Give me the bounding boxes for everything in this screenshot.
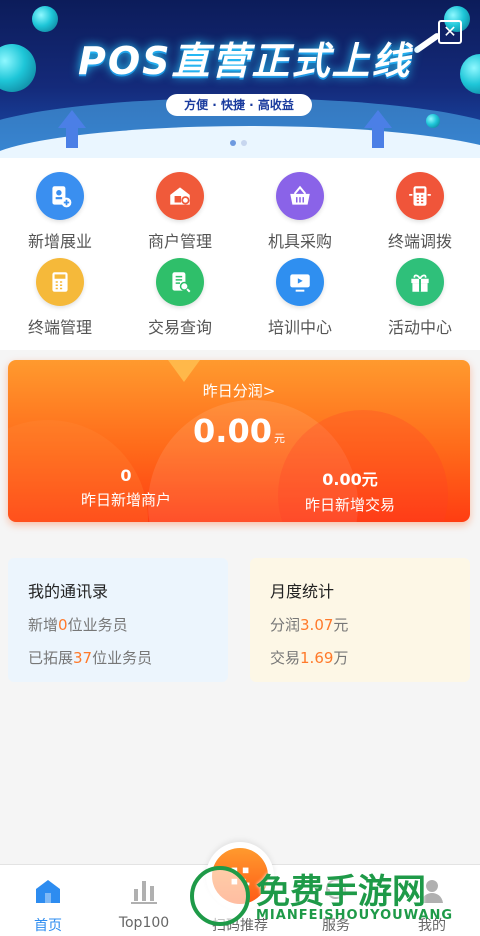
monthly-stats-card[interactable]: 月度统计 分润3.07元 交易1.69万 bbox=[250, 558, 470, 682]
tab-mine[interactable]: 我的 bbox=[384, 865, 480, 936]
line-prefix: 分润 bbox=[270, 616, 301, 634]
tab-label: 首页 bbox=[34, 918, 62, 934]
bar-chart-icon bbox=[128, 875, 160, 907]
menu-item-label: 新增展业 bbox=[27, 232, 92, 251]
document-search-icon bbox=[156, 258, 204, 306]
arrow-up-decoration bbox=[364, 110, 392, 128]
banner-orb-decoration bbox=[0, 44, 36, 92]
line-prefix: 交易 bbox=[270, 649, 301, 667]
tab-label: Top100 bbox=[118, 915, 170, 931]
menu-item-activity-center[interactable]: 活动中心 bbox=[360, 258, 480, 344]
banner-orb-decoration bbox=[460, 54, 480, 94]
function-grid: 新增展业 商户管理 机具采购 终端调拨 终端管理 交易查询 培训中心 活动中心 bbox=[0, 158, 480, 350]
line-prefix: 新增 bbox=[28, 616, 59, 634]
menu-item-label: 活动中心 bbox=[387, 318, 452, 337]
arrow-up-decoration bbox=[372, 128, 384, 148]
expanded-staff-count: 37 bbox=[73, 649, 93, 667]
line-prefix: 已拓展 bbox=[28, 649, 74, 667]
tab-service[interactable]: 服务 bbox=[288, 865, 384, 936]
menu-item-label: 培训中心 bbox=[267, 318, 332, 337]
contacts-expanded-line: 已拓展37位业务员 bbox=[28, 647, 228, 668]
menu-item-label: 终端调拨 bbox=[387, 232, 452, 251]
menu-item-label: 交易查询 bbox=[147, 318, 212, 337]
contacts-card[interactable]: 我的通讯录 新增0位业务员 已拓展37位业务员 bbox=[8, 558, 228, 682]
scan-button[interactable] bbox=[206, 842, 274, 910]
banner-title: POS直营正式上线 bbox=[78, 39, 412, 83]
pos-terminal-icon bbox=[396, 172, 444, 220]
profit-amount: 0.00 元 bbox=[8, 412, 470, 450]
carousel-indicator[interactable] bbox=[230, 140, 247, 146]
yesterday-profit-link[interactable]: 昨日分润> bbox=[8, 380, 470, 401]
tab-label: 我的 bbox=[418, 918, 446, 934]
earnings-card[interactable]: 昨日分润> 0.00 元 0 昨日新增商户 0.00元 昨日新增交易 bbox=[8, 360, 470, 522]
profit-amount-value: 0.00 bbox=[193, 412, 272, 450]
line-suffix: 位业务员 bbox=[67, 616, 128, 634]
tab-label: 服务 bbox=[322, 918, 350, 934]
new-merchants-stat[interactable]: 0 昨日新增商户 bbox=[26, 466, 226, 510]
banner-subtitle: 方便 · 快捷 · 高收益 bbox=[166, 94, 312, 116]
menu-item-new-business[interactable]: 新增展业 bbox=[0, 172, 120, 258]
banner-orb-decoration bbox=[426, 114, 440, 128]
monthly-title: 月度统计 bbox=[270, 582, 335, 601]
new-merchants-label: 昨日新增商户 bbox=[80, 491, 171, 509]
arrow-up-decoration bbox=[66, 128, 78, 148]
tab-label: 扫码推荐 bbox=[212, 918, 268, 934]
menu-item-terminal-transfer[interactable]: 终端调拨 bbox=[360, 172, 480, 258]
menu-item-label: 商户管理 bbox=[147, 232, 212, 251]
line-suffix: 位业务员 bbox=[92, 649, 153, 667]
user-icon bbox=[416, 875, 448, 907]
menu-item-terminal-management[interactable]: 终端管理 bbox=[0, 258, 120, 344]
banner-orb-decoration bbox=[32, 6, 58, 32]
tab-home[interactable]: 首页 bbox=[0, 865, 96, 936]
line-suffix: 元 bbox=[333, 616, 349, 634]
service-icon bbox=[320, 875, 352, 907]
scan-icon bbox=[212, 848, 268, 904]
basket-icon bbox=[276, 172, 324, 220]
video-play-icon bbox=[276, 258, 324, 306]
menu-item-merchant-management[interactable]: 商户管理 bbox=[120, 172, 240, 258]
tab-top100[interactable]: Top100 bbox=[96, 865, 192, 936]
gift-icon bbox=[396, 258, 444, 306]
monthly-profit-value: 3.07 bbox=[300, 616, 334, 634]
calculator-icon bbox=[36, 258, 84, 306]
monthly-trade-value: 1.69 bbox=[300, 649, 334, 667]
new-trades-label: 昨日新增交易 bbox=[304, 496, 395, 514]
menu-item-equipment-purchase[interactable]: 机具采购 bbox=[240, 172, 360, 258]
card-decoration bbox=[168, 360, 200, 382]
add-user-icon bbox=[36, 172, 84, 220]
home-icon bbox=[32, 875, 64, 907]
menu-item-label: 机具采购 bbox=[267, 232, 332, 251]
new-trades-stat[interactable]: 0.00元 昨日新增交易 bbox=[250, 466, 450, 515]
arrow-decoration bbox=[412, 31, 442, 55]
promo-banner[interactable]: POS直营正式上线 方便 · 快捷 · 高收益 ✕ bbox=[0, 0, 480, 158]
close-icon[interactable]: ✕ bbox=[438, 20, 462, 44]
new-merchants-value: 0 bbox=[120, 466, 132, 485]
line-suffix: 万 bbox=[333, 649, 349, 667]
monthly-profit-line: 分润3.07元 bbox=[270, 614, 470, 635]
profit-amount-unit: 元 bbox=[273, 432, 285, 445]
new-trades-value: 0.00元 bbox=[322, 470, 378, 489]
monthly-trade-line: 交易1.69万 bbox=[270, 647, 470, 668]
carousel-dot[interactable] bbox=[230, 140, 236, 146]
store-icon bbox=[156, 172, 204, 220]
contacts-title: 我的通讯录 bbox=[28, 582, 109, 601]
carousel-dot[interactable] bbox=[241, 140, 247, 146]
menu-item-transaction-query[interactable]: 交易查询 bbox=[120, 258, 240, 344]
menu-item-training-center[interactable]: 培训中心 bbox=[240, 258, 360, 344]
arrow-up-decoration bbox=[58, 110, 86, 128]
contacts-new-line: 新增0位业务员 bbox=[28, 614, 228, 635]
new-staff-count: 0 bbox=[58, 616, 68, 634]
menu-item-label: 终端管理 bbox=[27, 318, 92, 337]
